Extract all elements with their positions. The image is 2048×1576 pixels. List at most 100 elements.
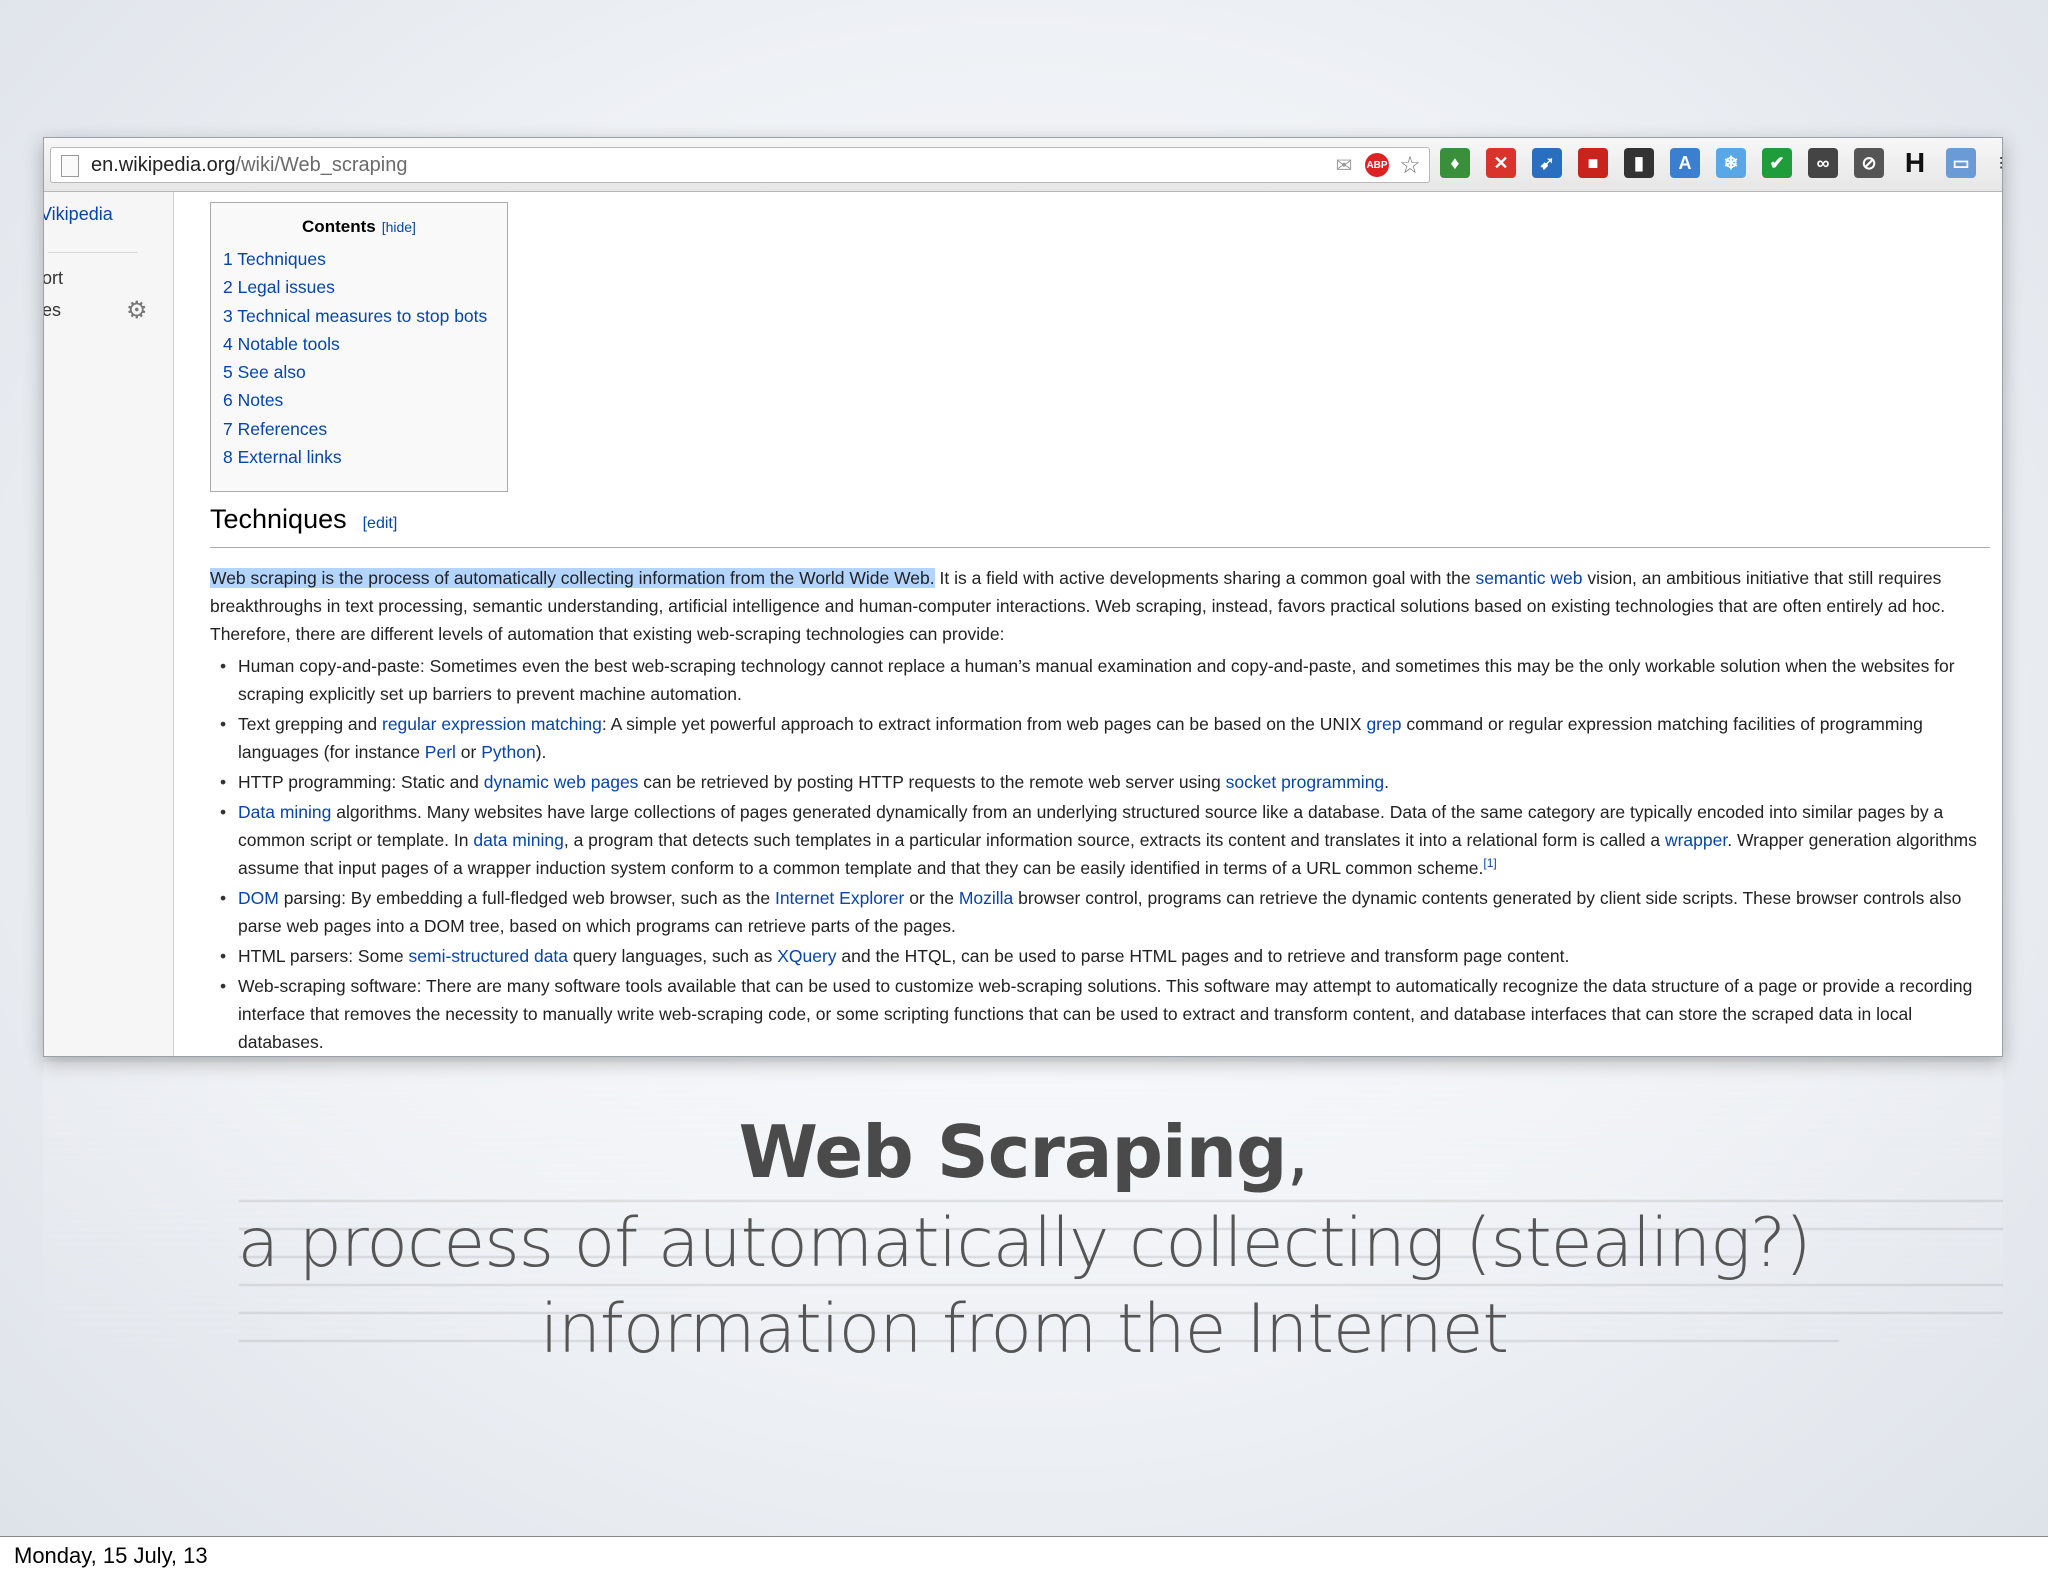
ext-check-icon[interactable]: ✔: [1762, 148, 1792, 178]
toc-title: Contents: [302, 217, 376, 236]
slide-title: Web Scraping: [738, 1110, 1288, 1194]
sidebar-item-report[interactable]: ort: [44, 268, 63, 289]
ext-red-book-icon[interactable]: ■: [1578, 148, 1608, 178]
toc-list: 1 Techniques 2 Legal issues 3 Technical …: [223, 249, 487, 475]
link-grep[interactable]: grep: [1366, 714, 1401, 734]
ext-translate-icon[interactable]: A: [1670, 148, 1700, 178]
list-item: Human copy-and-paste: Sometimes even the…: [210, 652, 1990, 708]
highlighted-selection[interactable]: Web scraping is the process of automatic…: [210, 568, 935, 588]
techniques-list: Human copy-and-paste: Sometimes even the…: [210, 652, 1990, 1056]
url-text[interactable]: en.wikipedia.org/wiki/Web_scraping: [91, 154, 407, 177]
omnibox-icons: ✉ ABP ☆: [1331, 152, 1423, 179]
link-wrapper[interactable]: wrapper: [1665, 830, 1727, 850]
slide-title-row: Web Scraping,: [0, 1110, 2048, 1194]
bullet-text: or: [455, 742, 482, 762]
link-perl[interactable]: Perl: [425, 742, 456, 762]
link-socket-programming[interactable]: socket programming: [1226, 772, 1385, 792]
link-internet-explorer[interactable]: Internet Explorer: [775, 888, 904, 908]
link-dom[interactable]: DOM: [238, 888, 279, 908]
slide-subtitle-line1: a process of automatically collecting (s…: [237, 1204, 1811, 1283]
toc-item[interactable]: 8 External links: [223, 447, 487, 475]
link-dynamic-web-pages[interactable]: dynamic web pages: [484, 772, 639, 792]
page-icon: [61, 155, 79, 177]
toc-hide-link[interactable]: [hide]: [382, 219, 416, 235]
intro-paragraph: Web scraping is the process of automatic…: [210, 564, 1990, 648]
toc-header: Contents [hide]: [211, 217, 507, 237]
list-item: Data mining algorithms. Many websites ha…: [210, 798, 1990, 882]
section-title: Techniques: [210, 504, 347, 534]
extension-bar: ♦ ✕ ➹ ■ ▮ A ❄ ✔ ∞ ⊘ H ▭ ≡: [1440, 147, 2002, 178]
url-host: en.wikipedia.org: [91, 154, 236, 176]
link-xquery[interactable]: XQuery: [777, 946, 836, 966]
sidebar-divider: [48, 252, 138, 253]
bullet-text: HTML parsers: Some: [238, 946, 409, 966]
ext-phone-icon[interactable]: ▮: [1624, 148, 1654, 178]
reflection-line: [239, 1200, 2003, 1202]
toc-item[interactable]: 1 Techniques: [223, 249, 487, 277]
wiki-sidebar: Vikipedia ort es ⚙: [44, 192, 174, 1056]
bullet-text: Web-scraping software: There are many so…: [238, 976, 1973, 1052]
list-item: HTTP programming: Static and dynamic web…: [210, 768, 1990, 796]
toc-item[interactable]: 3 Technical measures to stop bots: [223, 306, 487, 334]
bullet-text: query languages, such as: [568, 946, 778, 966]
slide-subtitle-line2: information from the Internet: [539, 1290, 1509, 1369]
bullet-text: : A simple yet powerful approach to extr…: [601, 714, 1367, 734]
gear-icon[interactable]: ⚙: [126, 296, 148, 325]
link-mozilla[interactable]: Mozilla: [959, 888, 1013, 908]
ext-blue-bird-icon[interactable]: ➹: [1532, 148, 1562, 178]
list-item: Text grepping and regular expression mat…: [210, 710, 1990, 766]
table-of-contents: Contents [hide] 1 Techniques 2 Legal issu…: [210, 202, 508, 492]
bullet-text: .: [1384, 772, 1390, 792]
footer-date: Monday, 15 July, 13: [14, 1543, 208, 1568]
link-semantic-web[interactable]: semantic web: [1475, 568, 1582, 588]
bullet-text: and the HTQL, can be used to parse HTML …: [836, 946, 1570, 966]
ext-window-icon[interactable]: ▭: [1946, 148, 1976, 178]
list-item: HTML parsers: Some semi-structured data …: [210, 942, 1990, 970]
menu-icon[interactable]: ≡: [1992, 147, 2002, 178]
slide-title-comma: ,: [1286, 1110, 1310, 1194]
list-item: Web-scraping software: There are many so…: [210, 972, 1990, 1056]
sidebar-item-languages[interactable]: es: [44, 300, 61, 321]
bullet-text: parsing: By embedding a full-fledged web…: [278, 888, 775, 908]
reference-link[interactable]: [1]: [1483, 856, 1496, 870]
toc-item[interactable]: 7 References: [223, 419, 487, 447]
bullet-text: , a program that detects such templates …: [563, 830, 1665, 850]
ext-h-icon[interactable]: H: [1900, 147, 1930, 178]
browser-window: en.wikipedia.org/wiki/Web_scraping ✉ ABP…: [43, 137, 2003, 1057]
reflection-line: [239, 1284, 2003, 1286]
link-data-mining[interactable]: data mining: [473, 830, 563, 850]
bullet-text: or the: [904, 888, 959, 908]
toc-item[interactable]: 4 Notable tools: [223, 334, 487, 362]
toc-item[interactable]: 5 See also: [223, 362, 487, 390]
link-python[interactable]: Python: [481, 742, 535, 762]
ext-red-x-icon[interactable]: ✕: [1486, 148, 1516, 178]
bullet-text: can be retrieved by posting HTTP request…: [638, 772, 1226, 792]
section-edit-link[interactable]: [edit]: [363, 515, 398, 532]
adblock-icon[interactable]: ABP: [1365, 153, 1389, 177]
sidebar-item-wikipedia[interactable]: Vikipedia: [44, 204, 113, 225]
url-path: /wiki/Web_scraping: [235, 154, 408, 176]
intro-text: It is a field with active developments s…: [934, 568, 1476, 588]
slide: en.wikipedia.org/wiki/Web_scraping ✉ ABP…: [0, 0, 2048, 1536]
browser-toolbar: en.wikipedia.org/wiki/Web_scraping ✉ ABP…: [44, 138, 2002, 192]
mail-icon[interactable]: ✉: [1331, 152, 1357, 178]
footer-bar: Monday, 15 July, 13: [0, 1536, 2048, 1576]
section-heading: Techniques [edit]: [210, 504, 1990, 548]
address-bar[interactable]: en.wikipedia.org/wiki/Web_scraping ✉ ABP…: [50, 147, 1430, 183]
ext-off-icon[interactable]: ⊘: [1854, 148, 1884, 178]
bullet-text: ).: [535, 742, 547, 762]
star-icon[interactable]: ☆: [1397, 152, 1423, 179]
link-semi-structured-data[interactable]: semi-structured data: [409, 946, 569, 966]
ext-green-icon[interactable]: ♦: [1440, 148, 1470, 178]
list-item: DOM parsing: By embedding a full-fledged…: [210, 884, 1990, 940]
toc-item[interactable]: 2 Legal issues: [223, 277, 487, 305]
toc-item[interactable]: 6 Notes: [223, 390, 487, 418]
ext-mask-icon[interactable]: ∞: [1808, 148, 1838, 178]
article-content: Contents [hide] 1 Techniques 2 Legal issu…: [210, 192, 1990, 1056]
link-regex[interactable]: regular expression matching: [382, 714, 602, 734]
ext-snowflake-icon[interactable]: ❄: [1716, 148, 1746, 178]
bullet-text: HTTP programming: Static and: [238, 772, 484, 792]
bullet-text: Human copy-and-paste: Sometimes even the…: [238, 656, 1955, 704]
link-data-mining[interactable]: Data mining: [238, 802, 331, 822]
bullet-text: Text grepping and: [238, 714, 382, 734]
